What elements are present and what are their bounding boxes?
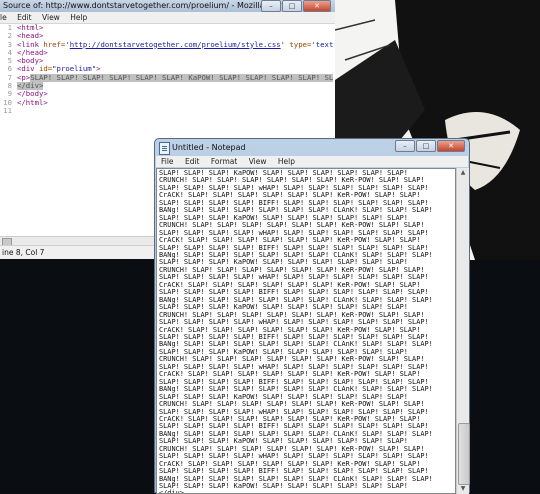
source-token: "proelium" (52, 65, 97, 74)
source-line: 1 <html> (0, 24, 335, 32)
source-token: </html> (17, 98, 48, 107)
line-number: 2 (7, 32, 12, 41)
notepad-close-button[interactable]: ✕ (437, 140, 465, 152)
firefox-menu-bar: le Edit View Help (0, 12, 335, 24)
source-line: 9 </body> (0, 90, 335, 98)
notepad-line: SLAP! SLAP! SLAP! KaPOW! SLAP! SLAP! SLA… (159, 482, 408, 491)
source-token: type= (289, 40, 312, 49)
line-number: 6 (7, 65, 12, 74)
np-menu-format[interactable]: Format (211, 157, 237, 166)
source-line: 6 <div id="proelium"> (0, 65, 335, 73)
notepad-text-area[interactable]: SLAP! SLAP! SLAP! KaPOW! SLAP! SLAP! SLA… (156, 168, 456, 494)
line-number: 10 (3, 98, 12, 107)
source-line: 5 <body> (0, 57, 335, 65)
line-number: 7 (7, 73, 12, 82)
line-number: 1 (7, 24, 12, 32)
source-line: 7 <p>SLAP! SLAP! SLAP! SLAP! SLAP! SLAP! … (0, 73, 335, 82)
scroll-up-arrow-icon[interactable]: ▲ (457, 168, 469, 178)
source-line: 2 <head> (0, 32, 335, 40)
np-menu-edit[interactable]: Edit (185, 157, 200, 166)
source-token: 'text (311, 40, 334, 49)
menu-file[interactable]: le (0, 13, 7, 22)
line-number: 3 (7, 40, 12, 49)
firefox-close-button[interactable]: ✕ (303, 0, 331, 12)
notepad-maximize-button[interactable]: □ (416, 140, 436, 152)
menu-edit[interactable]: Edit (17, 13, 32, 22)
source-token: <head> (17, 32, 44, 41)
firefox-maximize-button[interactable]: □ (282, 0, 302, 12)
notepad-window: Untitled - Notepad – □ ✕ File Edit Forma… (154, 138, 470, 494)
source-token: <body> (17, 57, 44, 66)
np-menu-view[interactable]: View (249, 157, 267, 166)
cursor-position: ine 8, Col 7 (2, 248, 45, 257)
line-number: 9 (7, 90, 12, 99)
firefox-window-title: Source of: http://www.dontstarvetogether… (3, 1, 294, 10)
notepad-minimize-button[interactable]: – (395, 140, 415, 152)
notepad-window-title: Untitled - Notepad (172, 143, 246, 152)
source-line: 4 </head> (0, 49, 335, 57)
line-number: 11 (3, 106, 12, 115)
source-token: <link (17, 40, 44, 49)
notepad-scrollbar-thumb[interactable] (458, 423, 470, 485)
source-token: SLAP! SLAP! SLAP! SLAP! SLAP! SLAP! KaPO… (30, 73, 334, 82)
notepad-vertical-scrollbar[interactable]: ▲ ▼ (456, 168, 470, 494)
source-token: </body> (17, 90, 48, 99)
notepad-line: </div> (159, 489, 184, 494)
source-token: id= (38, 65, 53, 74)
menu-help[interactable]: Help (70, 13, 87, 22)
notepad-menu-bar: File Edit Format View Help (156, 156, 468, 167)
firefox-window-controls: – □ ✕ (261, 0, 331, 12)
np-menu-file[interactable]: File (161, 157, 174, 166)
source-line: 10 </html> (0, 99, 335, 107)
line-number: 8 (7, 82, 12, 91)
source-token[interactable]: http://dontstarvetogether.com/proelium/s… (70, 41, 281, 49)
source-token: > (96, 65, 101, 74)
firefox-minimize-button[interactable]: – (261, 0, 281, 12)
source-token: </div> (17, 82, 44, 91)
source-line: 3 <link href='http://dontstarvetogether.c… (0, 41, 335, 49)
source-line: 8 </div> (0, 82, 335, 91)
notepad-title-bar: Untitled - Notepad – □ ✕ (155, 139, 469, 156)
notepad-window-controls: – □ ✕ (395, 140, 465, 152)
source-token: href= (43, 40, 66, 49)
source-token: <html> (17, 24, 44, 32)
line-number: 5 (7, 57, 12, 66)
source-token: <div (17, 65, 39, 74)
notepad-content: SLAP! SLAP! SLAP! KaPOW! SLAP! SLAP! SLA… (157, 169, 455, 494)
menu-view[interactable]: View (42, 13, 60, 22)
notepad-icon (159, 142, 170, 155)
source-token: <p> (17, 73, 31, 82)
np-menu-help[interactable]: Help (278, 157, 295, 166)
line-number: 4 (7, 48, 12, 57)
source-token: </head> (17, 48, 48, 57)
source-line: 11 (0, 107, 335, 115)
